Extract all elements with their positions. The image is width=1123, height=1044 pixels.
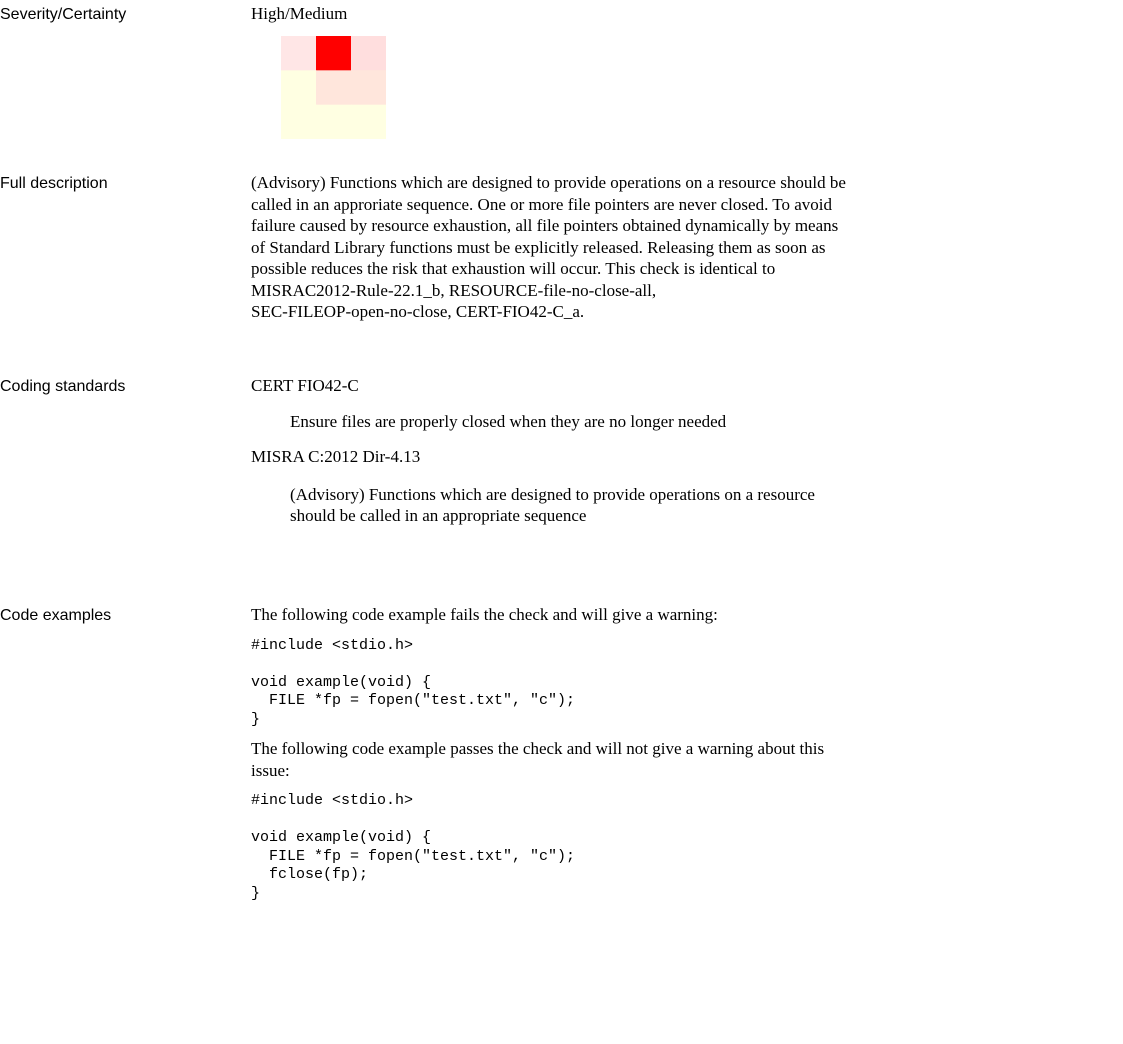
- standard-title: CERT FIO42-C: [251, 376, 359, 395]
- description-label: Full description: [0, 175, 108, 192]
- pass-example-intro: The following code example passes the ch…: [251, 739, 825, 758]
- severity-cell-r2-c1: [316, 104, 352, 139]
- description-line: MISRAC2012-Rule-22.1_b, RESOURCE-file-no…: [251, 280, 657, 300]
- standard-description: (Advisory) Functions which are designed …: [290, 484, 815, 504]
- severity-cell-r0-c0: [281, 36, 317, 71]
- fail-code-block: #include <stdio.h> void example(void) { …: [251, 636, 576, 728]
- severity-heatmap: [281, 36, 386, 139]
- severity-value: High/Medium: [251, 4, 348, 23]
- severity-cell-r0-c1: [316, 36, 352, 71]
- standards-label: Coding standards: [0, 378, 126, 395]
- severity-cell-r1-c0: [281, 70, 317, 106]
- examples-label: Code examples: [0, 607, 112, 624]
- severity-cell-r2-c2: [351, 104, 386, 139]
- severity-row: Severity/Certainty High/Medium: [0, 4, 1123, 35]
- pass-code-block: #include <stdio.h> void example(void) { …: [251, 792, 576, 902]
- description-text: (Advisory) Functions which are designed …: [251, 172, 1121, 323]
- description-line: (Advisory) Functions which are designed …: [251, 173, 846, 192]
- standard-description: Ensure files are properly closed when th…: [290, 411, 727, 431]
- standard-title: MISRA C:2012 Dir-4.13: [251, 447, 421, 466]
- pass-example-intro: issue:: [251, 760, 290, 780]
- description-line: possible reduces the risk that exhaustio…: [251, 259, 776, 278]
- severity-cell-r2-c0: [281, 104, 317, 139]
- standards-list: CERT FIO42-C Ensure files are properly c…: [251, 375, 1121, 527]
- standard-description: should be called in an appropriate seque…: [290, 506, 587, 525]
- description-line: called in an approriate sequence. One or…: [251, 194, 832, 214]
- severity-cell-r0-c2: [351, 36, 386, 71]
- severity-cell-r1-c1: [316, 70, 352, 106]
- severity-label: Severity/Certainty: [0, 6, 127, 23]
- fail-example-intro: The following code example fails the che…: [251, 605, 718, 624]
- severity-cell-r1-c2: [351, 70, 386, 106]
- description-line: of Standard Library functions must be ex…: [251, 237, 826, 257]
- description-line: SEC-FILEOP-open-no-close, CERT-FIO42-C_a…: [251, 302, 585, 321]
- examples-content: The following code example fails the che…: [251, 604, 1121, 903]
- description-line: failure caused by resource exhaustion, a…: [251, 216, 839, 235]
- severity-heatmap-svg: [281, 36, 386, 139]
